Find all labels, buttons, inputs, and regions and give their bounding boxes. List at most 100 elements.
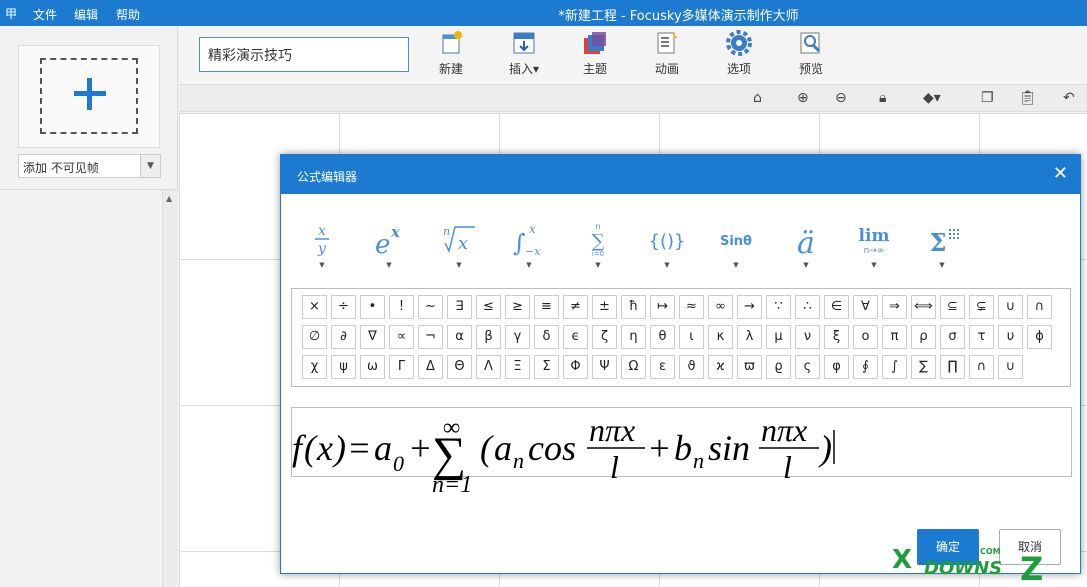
template-root[interactable]: nx ▼ — [439, 221, 479, 269]
chevron-down-icon[interactable]: ▼ — [509, 261, 549, 269]
preview-button[interactable]: 预览 — [786, 30, 836, 77]
symbol-button[interactable]: Ξ — [505, 355, 530, 379]
symbol-button[interactable]: ∞ — [708, 295, 733, 319]
template-accent[interactable]: ä ▼ — [786, 221, 826, 269]
symbol-button[interactable]: ≥ — [505, 295, 530, 319]
chevron-down-icon[interactable]: ▼ — [647, 261, 687, 269]
template-exponent[interactable]: ex ▼ — [369, 221, 409, 269]
symbol-button[interactable]: Ω — [621, 355, 646, 379]
symbol-button[interactable]: χ — [302, 355, 327, 379]
symbol-button[interactable]: ~ — [418, 295, 443, 319]
symbol-button[interactable]: ∝ — [389, 325, 414, 349]
chevron-down-icon[interactable]: ▼ — [140, 155, 160, 177]
chevron-down-icon[interactable]: ▼ — [578, 261, 618, 269]
symbol-button[interactable]: β — [476, 325, 501, 349]
symbol-button[interactable]: ∩ — [969, 355, 994, 379]
symbol-button[interactable]: ħ — [621, 295, 646, 319]
template-limit[interactable]: lim n→∞ ▼ — [854, 221, 894, 269]
symbol-button[interactable]: ∃ — [447, 295, 472, 319]
symbol-button[interactable]: ν — [795, 325, 820, 349]
symbol-button[interactable]: μ — [766, 325, 791, 349]
symbol-button[interactable]: τ — [969, 325, 994, 349]
symbol-button[interactable]: ∑ — [911, 355, 936, 379]
symbol-button[interactable]: ∂ — [331, 325, 356, 349]
template-fraction[interactable]: xy ▼ — [302, 221, 342, 269]
symbol-button[interactable]: Ψ — [592, 355, 617, 379]
new-button[interactable]: 新建 — [426, 30, 476, 77]
project-title-input[interactable] — [199, 37, 409, 72]
symbol-button[interactable]: ∵ — [766, 295, 791, 319]
copy-icon[interactable]: ❐ — [981, 90, 994, 106]
symbol-button[interactable]: Δ — [418, 355, 443, 379]
symbol-button[interactable]: ι — [679, 325, 704, 349]
options-button[interactable]: 选项 — [714, 30, 764, 77]
symbol-button[interactable]: ↦ — [650, 295, 675, 319]
symbol-button[interactable]: ∏ — [940, 355, 965, 379]
symbol-button[interactable]: ≤ — [476, 295, 501, 319]
fill-icon[interactable]: ◆▾ — [923, 90, 941, 106]
symbol-button[interactable]: π — [882, 325, 907, 349]
symbol-button[interactable]: ∴ — [795, 295, 820, 319]
symbol-button[interactable]: σ — [940, 325, 965, 349]
paste-icon[interactable]: 📋︎ — [1019, 90, 1037, 106]
symbol-button[interactable]: λ — [737, 325, 762, 349]
template-integral[interactable]: ∫ x −x ▼ — [509, 221, 549, 269]
theme-button[interactable]: 主题 — [570, 30, 620, 77]
template-brackets[interactable]: {()} ▼ — [647, 221, 687, 269]
symbol-button[interactable]: ξ — [824, 325, 849, 349]
symbol-button[interactable]: ≡ — [534, 295, 559, 319]
symbol-button[interactable]: ϱ — [766, 355, 791, 379]
symbol-button[interactable]: φ — [824, 355, 849, 379]
insert-button[interactable]: 插入▾ — [499, 30, 549, 77]
symbol-button[interactable]: → — [737, 295, 762, 319]
symbol-button[interactable]: ⇒ — [882, 295, 907, 319]
symbol-button[interactable]: ∫ — [882, 355, 907, 379]
lock-icon[interactable]: 🔒︎ — [879, 90, 886, 106]
undo-icon[interactable]: ↶ — [1063, 90, 1075, 106]
symbol-button[interactable]: Φ — [563, 355, 588, 379]
symbol-button[interactable]: ∀ — [853, 295, 878, 319]
symbol-button[interactable]: ψ — [331, 355, 356, 379]
symbol-button[interactable]: ∅ — [302, 325, 327, 349]
symbol-button[interactable]: ± — [592, 295, 617, 319]
symbol-button[interactable]: ϑ — [679, 355, 704, 379]
zoom-out-icon[interactable]: ⊖ — [835, 90, 847, 106]
add-frame-type-select[interactable]: 添加 不可见帧 ▼ — [18, 154, 161, 178]
template-matrix-sum[interactable]: Σ ▼ — [922, 221, 962, 269]
symbol-button[interactable]: ∪ — [998, 295, 1023, 319]
symbol-button[interactable]: γ — [505, 325, 530, 349]
template-summation[interactable]: n ∑ i=0 ▼ — [578, 221, 618, 269]
symbol-button[interactable]: ζ — [592, 325, 617, 349]
symbol-button[interactable]: ⊆ — [940, 295, 965, 319]
symbol-button[interactable]: ϖ — [737, 355, 762, 379]
chevron-down-icon[interactable]: ▼ — [439, 261, 479, 269]
home-icon[interactable]: ⌂ — [753, 90, 762, 106]
symbol-button[interactable]: Θ — [447, 355, 472, 379]
zoom-in-icon[interactable]: ⊕ — [797, 90, 809, 106]
scroll-up-icon[interactable]: ▲ — [166, 194, 172, 203]
add-frame-button[interactable] — [18, 45, 160, 148]
chevron-down-icon[interactable]: ▼ — [786, 261, 826, 269]
symbol-button[interactable]: η — [621, 325, 646, 349]
symbol-button[interactable]: κ — [708, 325, 733, 349]
symbol-button[interactable]: ⟺ — [911, 295, 936, 319]
symbol-button[interactable]: × — [302, 295, 327, 319]
symbol-button[interactable]: ∩ — [1027, 295, 1052, 319]
symbol-button[interactable]: α — [447, 325, 472, 349]
symbol-button[interactable]: θ — [650, 325, 675, 349]
symbol-button[interactable]: ≠ — [563, 295, 588, 319]
symbol-button[interactable]: ε — [650, 355, 675, 379]
symbol-button[interactable]: ω — [360, 355, 385, 379]
animation-button[interactable]: 动画 — [642, 30, 692, 77]
symbol-button[interactable]: ϰ — [708, 355, 733, 379]
symbol-button[interactable]: ∇ — [360, 325, 385, 349]
chevron-down-icon[interactable]: ▼ — [922, 261, 962, 269]
symbol-button[interactable]: ÷ — [331, 295, 356, 319]
symbol-button[interactable]: ⊊ — [969, 295, 994, 319]
symbol-button[interactable]: ϵ — [563, 325, 588, 349]
symbol-button[interactable]: ϕ — [1027, 325, 1052, 349]
symbol-button[interactable]: ∮ — [853, 355, 878, 379]
symbol-button[interactable]: υ — [998, 325, 1023, 349]
symbol-button[interactable]: ∈ — [824, 295, 849, 319]
formula-input-area[interactable]: f ( x ) = a 0 + ∞ ∑ n=1 ( a n cos nπx l … — [291, 407, 1072, 498]
